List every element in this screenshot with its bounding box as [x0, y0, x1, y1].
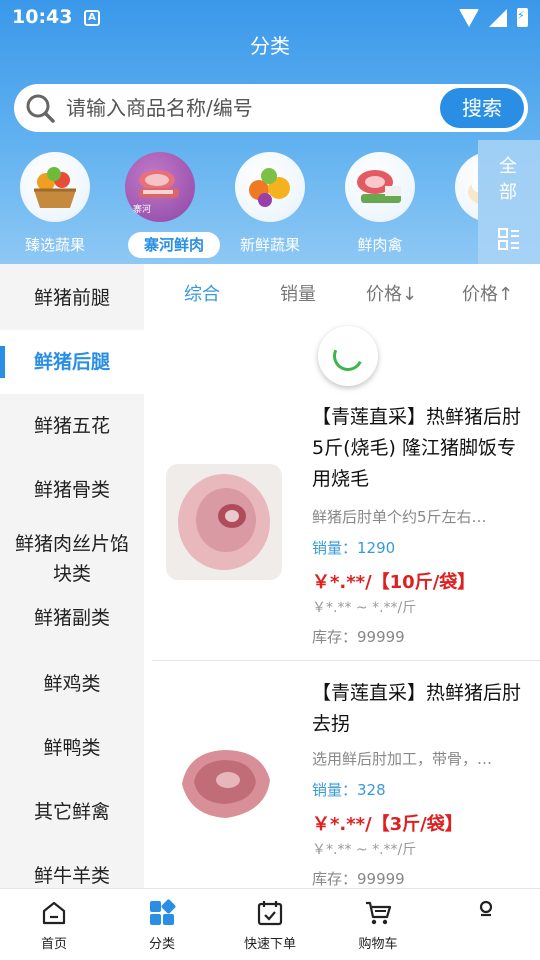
sidebar-item[interactable]: 鲜猪副类: [0, 586, 144, 650]
vegetable-basket-icon: [20, 152, 90, 222]
nav-cart[interactable]: 购物车: [324, 889, 432, 960]
sidebar-item-label: 鲜猪前腿: [33, 287, 110, 309]
category-item-active[interactable]: 寨河 寨河鲜肉: [110, 150, 220, 264]
category-badge: 寨河: [133, 205, 152, 215]
bottom-nav: 首页 分类 快速下单 购物车: [0, 888, 540, 960]
category-label: 米: [440, 234, 478, 255]
sidebar-item[interactable]: 其它鲜禽: [0, 780, 144, 844]
sidebar-item[interactable]: 鲜猪五花: [0, 394, 144, 458]
product-divider: [152, 660, 540, 661]
product-price: ￥*.**/【10斤/袋】: [312, 572, 476, 593]
quick-order-icon: [257, 901, 283, 926]
nav-quick-order[interactable]: 快速下单: [216, 889, 324, 960]
profile-icon: [479, 900, 493, 917]
sidebar-item-label: 其它鲜禽: [33, 801, 110, 823]
sort-price-desc[interactable]: 价格↓: [366, 280, 417, 306]
search-button[interactable]: 搜索: [440, 88, 524, 128]
nav-category[interactable]: 分类: [108, 889, 216, 960]
product-card[interactable]: 【青莲直采】热鲜猪后肘去拐 选用鲜后肘加工，带骨，… 销量：328 ￥*.**/…: [152, 668, 540, 888]
sidebar-item-label: 鲜牛羊类: [33, 865, 110, 887]
category-label: 鲜肉禽: [357, 236, 403, 254]
sidebar-item[interactable]: 鲜猪肉丝片馅块类: [0, 522, 144, 596]
product-image: [166, 464, 282, 580]
nav-label: 首页: [40, 937, 67, 952]
sidebar-item[interactable]: 鲜鸭类: [0, 716, 144, 780]
sidebar-item[interactable]: 鲜猪前腿: [0, 266, 144, 330]
sidebar-item-label: 鲜鸭类: [43, 737, 101, 759]
sidebar-item-label: 鲜猪骨类: [33, 479, 110, 501]
category-item[interactable]: 新鲜蔬果: [220, 150, 320, 264]
all-label-line1: 全: [499, 156, 517, 177]
all-label-line2: 部: [499, 182, 517, 203]
category-item[interactable]: 鲜肉禽: [330, 150, 430, 264]
nav-label: 购物车: [358, 937, 398, 952]
all-categories-button[interactable]: 全 部: [478, 140, 540, 264]
sidebar-item[interactable]: 鲜牛羊类: [0, 844, 144, 888]
product-description: 鲜猪后肘单个约5斤左右…: [312, 508, 487, 526]
product-card[interactable]: 【青莲直采】热鲜猪后肘5斤(烧毛) 隆江猪脚饭专用烧毛 鲜猪后肘单个约5斤左右……: [152, 396, 540, 660]
signal-icon: [489, 8, 507, 27]
nav-profile[interactable]: [432, 889, 540, 960]
product-stock: 库存：99999: [312, 870, 405, 888]
sidebar-item[interactable]: 鲜猪骨类: [0, 458, 144, 522]
product-sales: 销量：328: [312, 781, 386, 799]
product-description: 选用鲜后肘加工，带骨，…: [312, 750, 493, 768]
battery-icon: [517, 8, 528, 27]
product-sales: 销量：1290: [312, 539, 396, 557]
search-bar[interactable]: 搜索: [14, 84, 528, 132]
product-price-range: ￥*.** ~ *.**/斤: [312, 600, 417, 616]
sort-price-asc[interactable]: 价格↑: [462, 280, 513, 306]
sidebar-item-active[interactable]: 鲜猪后腿: [0, 330, 144, 394]
list-view-icon: [498, 228, 519, 250]
product-title: 【青莲直采】热鲜猪后肘去拐: [312, 682, 522, 735]
nav-label: 分类: [148, 937, 175, 952]
sort-bar: 综合 销量 价格↓ 价格↑: [144, 264, 540, 322]
cart-icon: [366, 901, 392, 925]
sidebar-item[interactable]: 鲜鸡类: [0, 652, 144, 716]
status-icons: [459, 8, 528, 27]
product-price-range: ￥*.** ~ *.**/斤: [312, 842, 417, 858]
category-label: 臻选蔬果: [24, 236, 85, 254]
meat-poultry-icon: [345, 152, 415, 222]
product-image: [166, 724, 282, 840]
category-sidebar[interactable]: 鲜猪前腿 鲜猪后腿 鲜猪五花 鲜猪骨类 鲜猪肉丝片馅块类 鲜猪副类 鲜鸡类 鲜鸭…: [0, 264, 144, 888]
category-carousel[interactable]: 臻选蔬果 寨河 寨河鲜肉 新鲜蔬果 鲜肉禽: [0, 150, 478, 264]
home-icon: [42, 901, 66, 925]
app-notification-icon: A: [84, 10, 100, 26]
product-price: ￥*.**/【3斤/袋】: [312, 814, 463, 835]
page-title: 分类: [250, 36, 290, 58]
category-label: 新鲜蔬果: [239, 236, 300, 254]
category-label: 寨河鲜肉: [128, 232, 220, 258]
all-categories-label: 全 部: [496, 154, 520, 206]
search-icon: [26, 94, 55, 123]
nav-label: 快速下单: [243, 937, 296, 952]
header: 10:43 A 分类 搜索 臻选蔬果: [0, 0, 540, 264]
sidebar-item-label: 鲜鸡类: [43, 673, 101, 695]
spinner-arc: [328, 336, 368, 376]
wifi-icon: [459, 8, 479, 27]
sidebar-item-label: 鲜猪副类: [33, 607, 110, 629]
sort-sales[interactable]: 销量: [280, 280, 316, 306]
product-stock: 库存：99999: [312, 628, 405, 646]
search-input[interactable]: [66, 84, 436, 132]
loading-spinner: [318, 326, 378, 386]
category-item[interactable]: 臻选蔬果: [5, 150, 105, 264]
category-icon: [150, 899, 176, 925]
category-item[interactable]: 米: [440, 150, 478, 264]
fresh-produce-icon: [235, 152, 305, 222]
sidebar-item-label: 鲜猪五花: [33, 415, 110, 437]
status-time: 10:43: [12, 6, 73, 28]
rice-icon: [455, 152, 478, 222]
product-title: 【青莲直采】热鲜猪后肘5斤(烧毛) 隆江猪脚饭专用烧毛: [312, 406, 522, 490]
sort-comprehensive[interactable]: 综合: [184, 280, 220, 306]
sidebar-item-label: 鲜猪后腿: [33, 351, 110, 373]
nav-home[interactable]: 首页: [0, 889, 108, 960]
sidebar-item-label: 鲜猪肉丝片馅块类: [14, 533, 129, 585]
